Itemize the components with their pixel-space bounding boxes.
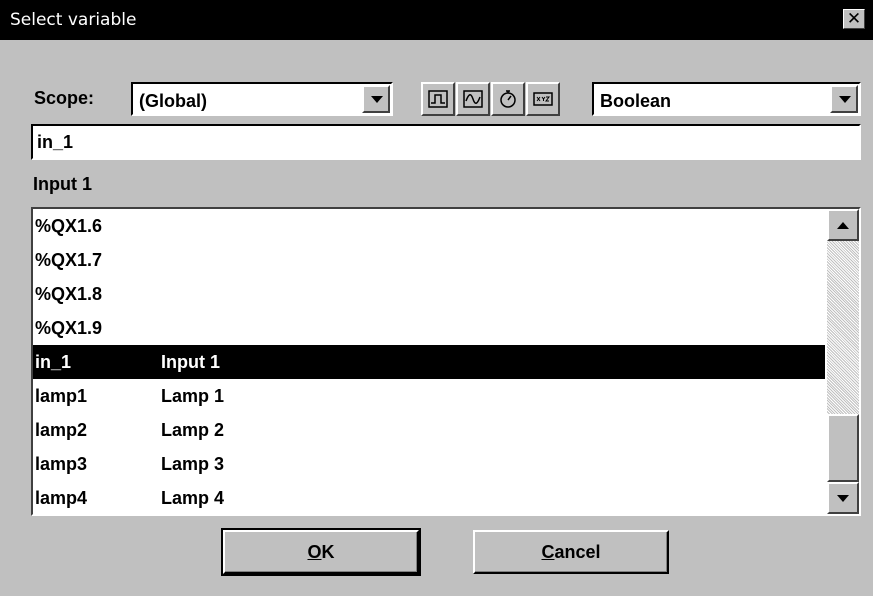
list-item[interactable]: lamp3 Lamp 3	[33, 447, 825, 481]
type-value: Boolean	[600, 91, 672, 111]
pulse-filter-button[interactable]	[421, 82, 455, 116]
variable-comment-cell: Lamp 4	[161, 488, 225, 508]
type-dropdown-arrow-icon[interactable]	[830, 85, 858, 113]
ok-button[interactable]: OK	[221, 528, 421, 576]
variable-name-cell: %QX1.6	[35, 216, 103, 236]
list-item[interactable]: in_1 Input 1	[33, 345, 825, 379]
close-icon: ✕	[846, 9, 862, 29]
list-item[interactable]: %QX1.6	[33, 209, 825, 243]
variable-list[interactable]: %QX1.6 %QX1.7 %QX1.8 %QX1.9 in_1 Input 1 lamp1…	[31, 207, 861, 516]
ok-mnemonic: O	[307, 542, 322, 562]
scroll-thumb[interactable]	[827, 414, 859, 482]
scope-dropdown-arrow-icon[interactable]	[362, 85, 390, 113]
timer-icon	[500, 90, 516, 108]
struct-filter-button[interactable]	[526, 82, 560, 116]
variable-name-input[interactable]: in_1	[31, 124, 861, 160]
list-item[interactable]: lamp4 Lamp 4	[33, 481, 825, 514]
xyz-icon	[533, 92, 553, 106]
title-bar: Select variable ✕	[0, 0, 873, 40]
list-item[interactable]: %QX1.7	[33, 243, 825, 277]
variable-description: Input 1	[33, 174, 92, 194]
list-item[interactable]: lamp2 Lamp 2	[33, 413, 825, 447]
variable-comment-cell: Lamp 1	[161, 386, 225, 406]
variable-name-cell: %QX1.9	[35, 318, 103, 338]
scope-value: (Global)	[139, 91, 207, 111]
variable-name-cell: lamp4	[35, 488, 88, 508]
variable-name-cell: lamp2	[35, 420, 88, 440]
list-item[interactable]: lamp1 Lamp 1	[33, 379, 825, 413]
variable-name-cell: %QX1.7	[35, 250, 103, 270]
wave-icon	[463, 90, 483, 108]
list-scrollbar[interactable]	[827, 209, 859, 514]
cancel-mnemonic: C	[541, 542, 555, 562]
variable-name-cell: in_1	[35, 352, 72, 372]
variable-name-cell: lamp3	[35, 454, 88, 474]
scroll-down-icon[interactable]	[827, 482, 859, 514]
select-variable-dialog: Select variable ✕ Scope: (Global) Boolea…	[0, 0, 873, 596]
scope-label: Scope:	[34, 88, 95, 108]
variable-comment-cell: Lamp 3	[161, 454, 225, 474]
scope-select[interactable]: (Global)	[131, 82, 393, 116]
variable-name-cell: %QX1.8	[35, 284, 103, 304]
list-item[interactable]: %QX1.8	[33, 277, 825, 311]
variable-name-cell: lamp1	[35, 386, 88, 406]
scroll-up-icon[interactable]	[827, 209, 859, 241]
ok-label-rest: K	[321, 542, 335, 562]
variable-comment-cell: Input 1	[161, 352, 220, 372]
cancel-label-rest: ancel	[554, 542, 601, 562]
type-select[interactable]: Boolean	[592, 82, 861, 116]
pulse-icon	[428, 90, 448, 108]
timer-filter-button[interactable]	[491, 82, 525, 116]
variable-name-value: in_1	[37, 132, 74, 152]
close-button[interactable]: ✕	[843, 9, 865, 29]
cancel-button[interactable]: Cancel	[473, 530, 669, 574]
analog-filter-button[interactable]	[456, 82, 490, 116]
window-title: Select variable	[10, 10, 137, 30]
variable-comment-cell: Lamp 2	[161, 420, 225, 440]
list-item[interactable]: %QX1.9	[33, 311, 825, 345]
